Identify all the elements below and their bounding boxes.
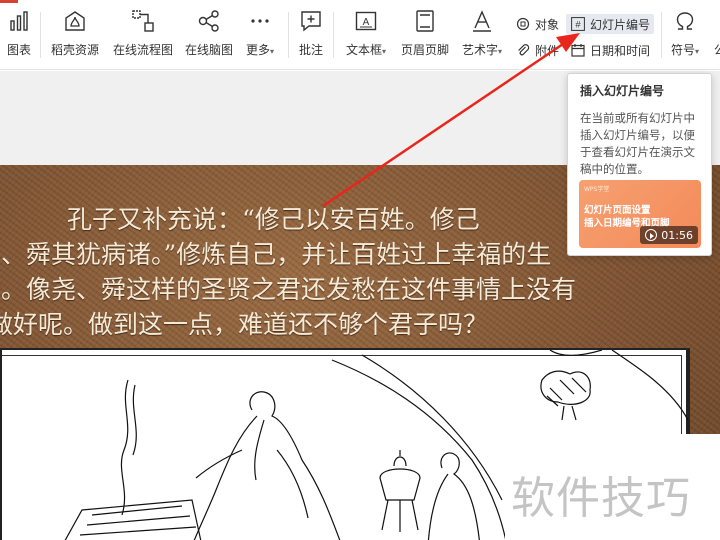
dropdown-caret-icon: ▾ bbox=[270, 47, 275, 56]
online-flowchart-button[interactable]: 在线流程图 bbox=[112, 8, 174, 64]
svg-text:#: # bbox=[575, 20, 581, 31]
daoke-resources-label: 稻壳资源 bbox=[50, 43, 99, 57]
more-button[interactable]: 更多▾ bbox=[242, 8, 278, 64]
online-mindmap-label: 在线脑图 bbox=[184, 43, 233, 57]
formula-icon bbox=[707, 8, 720, 34]
hash-icon: # bbox=[570, 16, 586, 32]
calendar-icon bbox=[570, 42, 586, 58]
tooltip-description: 在当前或所有幻灯片中插入幻灯片编号，以便于查看幻灯片在演示文稿中的位置。 bbox=[580, 111, 695, 176]
watermark-text: 软件技巧 bbox=[511, 473, 691, 524]
slide-text-line-2: 尧、舜其犹病诸。”修炼自己，并让百姓过上幸福的生 bbox=[0, 240, 552, 269]
header-footer-icon bbox=[412, 8, 438, 34]
comment-label: 批注 bbox=[298, 43, 323, 57]
textbox-label: 文本框▾ bbox=[345, 43, 387, 57]
play-icon bbox=[645, 229, 658, 241]
flowchart-icon bbox=[130, 8, 156, 34]
online-flowchart-label: 在线流程图 bbox=[112, 43, 173, 57]
separator bbox=[333, 12, 334, 58]
header-footer-button[interactable]: 页眉页脚 bbox=[400, 8, 450, 64]
mindmap-icon bbox=[196, 8, 222, 34]
thumbnail-title-line-1: 幻灯片页面设置 bbox=[584, 205, 651, 216]
wordart-icon bbox=[469, 8, 495, 34]
date-time-button[interactable]: 日期和时间 bbox=[570, 40, 650, 60]
omega-symbol-icon bbox=[672, 8, 698, 34]
paperclip-icon bbox=[515, 42, 531, 58]
slide-number-button[interactable]: # 幻灯片编号 bbox=[566, 14, 655, 34]
watermark-area: 软件技巧 bbox=[505, 434, 720, 540]
daoke-resources-button[interactable]: 稻壳资源 bbox=[50, 8, 100, 64]
separator bbox=[661, 12, 662, 58]
header-footer-label: 页眉页脚 bbox=[400, 43, 449, 57]
online-mindmap-button[interactable]: 在线脑图 bbox=[184, 8, 234, 64]
object-button[interactable]: 对象 bbox=[515, 14, 559, 34]
comment-button[interactable]: 批注 bbox=[297, 8, 325, 64]
more-label: 更多▾ bbox=[245, 43, 275, 57]
separator bbox=[288, 12, 289, 58]
formula-button[interactable]: 公 bbox=[710, 8, 720, 64]
dropdown-caret-icon: ▾ bbox=[498, 47, 503, 56]
chart-button[interactable]: 图表 bbox=[6, 8, 32, 64]
thumbnail-brand: WPS学堂 bbox=[584, 186, 610, 193]
textbox-icon: A bbox=[353, 8, 379, 34]
insert-ribbon: 图表 稻壳资源 在线流程图 在线脑图 更多▾ 批注 A 文本框▾ 页眉页脚 艺术… bbox=[0, 0, 720, 70]
dropdown-caret-icon: ▾ bbox=[382, 47, 387, 56]
slide-text-line-4: 做好呢。做到这一点，难道还不够个君子吗？ bbox=[0, 310, 489, 339]
wordart-label: 艺术字▾ bbox=[461, 43, 503, 57]
more-dots-icon bbox=[247, 8, 273, 34]
object-icon bbox=[515, 16, 531, 32]
tooltip-title: 插入幻灯片编号 bbox=[580, 84, 665, 98]
comment-add-icon bbox=[298, 8, 324, 34]
attachment-button[interactable]: 附件 bbox=[515, 40, 559, 60]
svg-text:A: A bbox=[363, 17, 370, 28]
slide-text-line-1: 孔子又补充说：“修己以安百姓。修己 bbox=[67, 205, 480, 234]
separator bbox=[40, 12, 41, 58]
bar-chart-icon bbox=[6, 8, 32, 34]
tutorial-video-thumbnail[interactable]: WPS学堂 幻灯片页面设置 插入日期编号和页脚 01:56 bbox=[579, 180, 701, 248]
formula-label: 公 bbox=[713, 43, 720, 57]
dropdown-caret-icon: ▾ bbox=[695, 47, 700, 56]
video-duration-badge[interactable]: 01:56 bbox=[640, 226, 698, 244]
slide-text-line-3: 活。像尧、舜这样的圣贤之君还发愁在这件事情上没有 bbox=[0, 275, 577, 304]
symbol-label: 符号▾ bbox=[670, 43, 700, 57]
resource-library-icon bbox=[62, 8, 88, 34]
chart-label: 图表 bbox=[6, 43, 31, 57]
symbol-button[interactable]: 符号▾ bbox=[668, 8, 702, 64]
textbox-button[interactable]: A 文本框▾ bbox=[343, 8, 389, 64]
wordart-button[interactable]: 艺术字▾ bbox=[459, 8, 505, 64]
active-tab-indicator bbox=[0, 0, 18, 3]
